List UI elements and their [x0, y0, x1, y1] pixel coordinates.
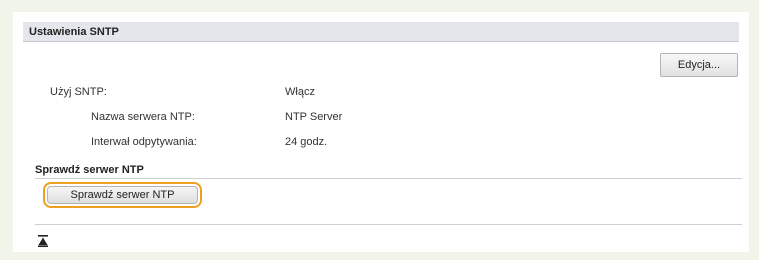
- section-header: Ustawienia SNTP: [23, 22, 739, 42]
- polling-interval-value: 24 godz.: [285, 136, 328, 148]
- server-name-label: Nazwa serwera NTP:: [91, 111, 195, 123]
- check-ntp-section-title: Sprawdź serwer NTP: [35, 164, 144, 176]
- edit-button[interactable]: Edycja...: [660, 53, 738, 77]
- section-divider: [35, 178, 742, 179]
- check-ntp-server-button[interactable]: Sprawdź serwer NTP: [47, 186, 198, 204]
- check-ntp-button-highlight: Sprawdź serwer NTP: [43, 182, 202, 208]
- use-sntp-label: Użyj SNTP:: [50, 86, 107, 98]
- section-title: Ustawienia SNTP: [29, 26, 119, 38]
- sntp-settings-panel: Ustawienia SNTP Edycja... Użyj SNTP: Włą…: [13, 12, 749, 252]
- arrow-top-icon[interactable]: [38, 235, 48, 247]
- polling-interval-label: Interwał odpytywania:: [91, 136, 197, 148]
- server-name-value: NTP Server: [285, 111, 343, 123]
- bottom-divider: [35, 224, 742, 225]
- use-sntp-value: Włącz: [285, 86, 315, 98]
